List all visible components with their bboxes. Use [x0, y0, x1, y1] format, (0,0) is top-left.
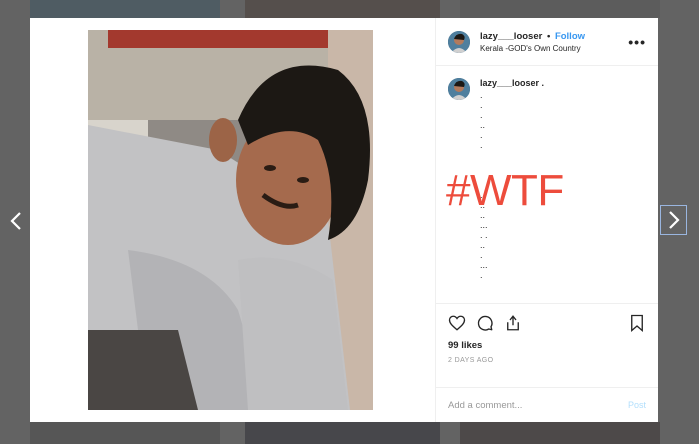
avatar-image	[448, 78, 470, 100]
comment-bar: Post	[436, 388, 658, 422]
caption-line: ..	[480, 240, 486, 250]
caption-avatar[interactable]	[448, 78, 470, 100]
post-sidebar: lazy___looser • Follow Kerala -GOD's Own…	[435, 18, 658, 422]
caption-line: .	[480, 110, 483, 120]
previous-post-button[interactable]	[4, 205, 28, 237]
caption-section: lazy___looser . ................ .......…	[436, 66, 658, 304]
comment-icon[interactable]	[476, 314, 494, 332]
caption-line: ..	[480, 120, 486, 130]
post-header: lazy___looser • Follow Kerala -GOD's Own…	[436, 18, 658, 66]
post-comment-button[interactable]: Post	[628, 400, 646, 410]
header-user-row: lazy___looser • Follow	[480, 31, 628, 42]
caption-line: .	[480, 130, 483, 140]
caption-line: .	[480, 100, 483, 110]
follow-button[interactable]: Follow	[555, 31, 585, 42]
caption-line	[480, 150, 544, 160]
action-bar	[448, 312, 646, 334]
share-icon[interactable]	[504, 314, 522, 332]
comment-input[interactable]	[448, 399, 628, 411]
post-header-text: lazy___looser • Follow Kerala -GOD's Own…	[480, 31, 628, 53]
selfie-photo	[88, 30, 373, 410]
caption-line: .	[480, 270, 483, 280]
caption-line: .	[480, 250, 483, 260]
caption-line: ...	[480, 220, 488, 230]
caption-line: .	[480, 140, 483, 150]
next-post-button[interactable]	[660, 205, 687, 235]
heart-icon[interactable]	[448, 314, 466, 332]
likes-count[interactable]: 99 likes	[448, 340, 646, 351]
post-timestamp[interactable]: 2 DAYS AGO	[448, 357, 646, 364]
separator-dot: •	[546, 30, 551, 42]
username-link[interactable]: lazy___looser	[480, 31, 542, 42]
avatar-image	[448, 30, 470, 53]
bookmark-icon[interactable]	[628, 314, 646, 332]
post-photo[interactable]	[88, 30, 373, 410]
location-link[interactable]: Kerala -GOD's Own Country	[480, 44, 628, 53]
avatar[interactable]	[448, 30, 470, 53]
chevron-left-icon	[10, 212, 21, 230]
caption-username[interactable]: lazy___looser .	[480, 78, 544, 88]
post-actions: 99 likes 2 DAYS AGO	[436, 304, 658, 388]
post-modal: lazy___looser • Follow Kerala -GOD's Own…	[30, 18, 658, 422]
post-media	[30, 18, 435, 422]
chevron-right-icon	[668, 211, 680, 229]
hashtag-link[interactable]: #WTF	[446, 166, 564, 216]
caption-line: . .	[480, 230, 488, 240]
caption-line: .	[480, 90, 483, 100]
caption-line: ...	[480, 260, 488, 270]
more-options-icon[interactable]: •••	[628, 34, 646, 50]
